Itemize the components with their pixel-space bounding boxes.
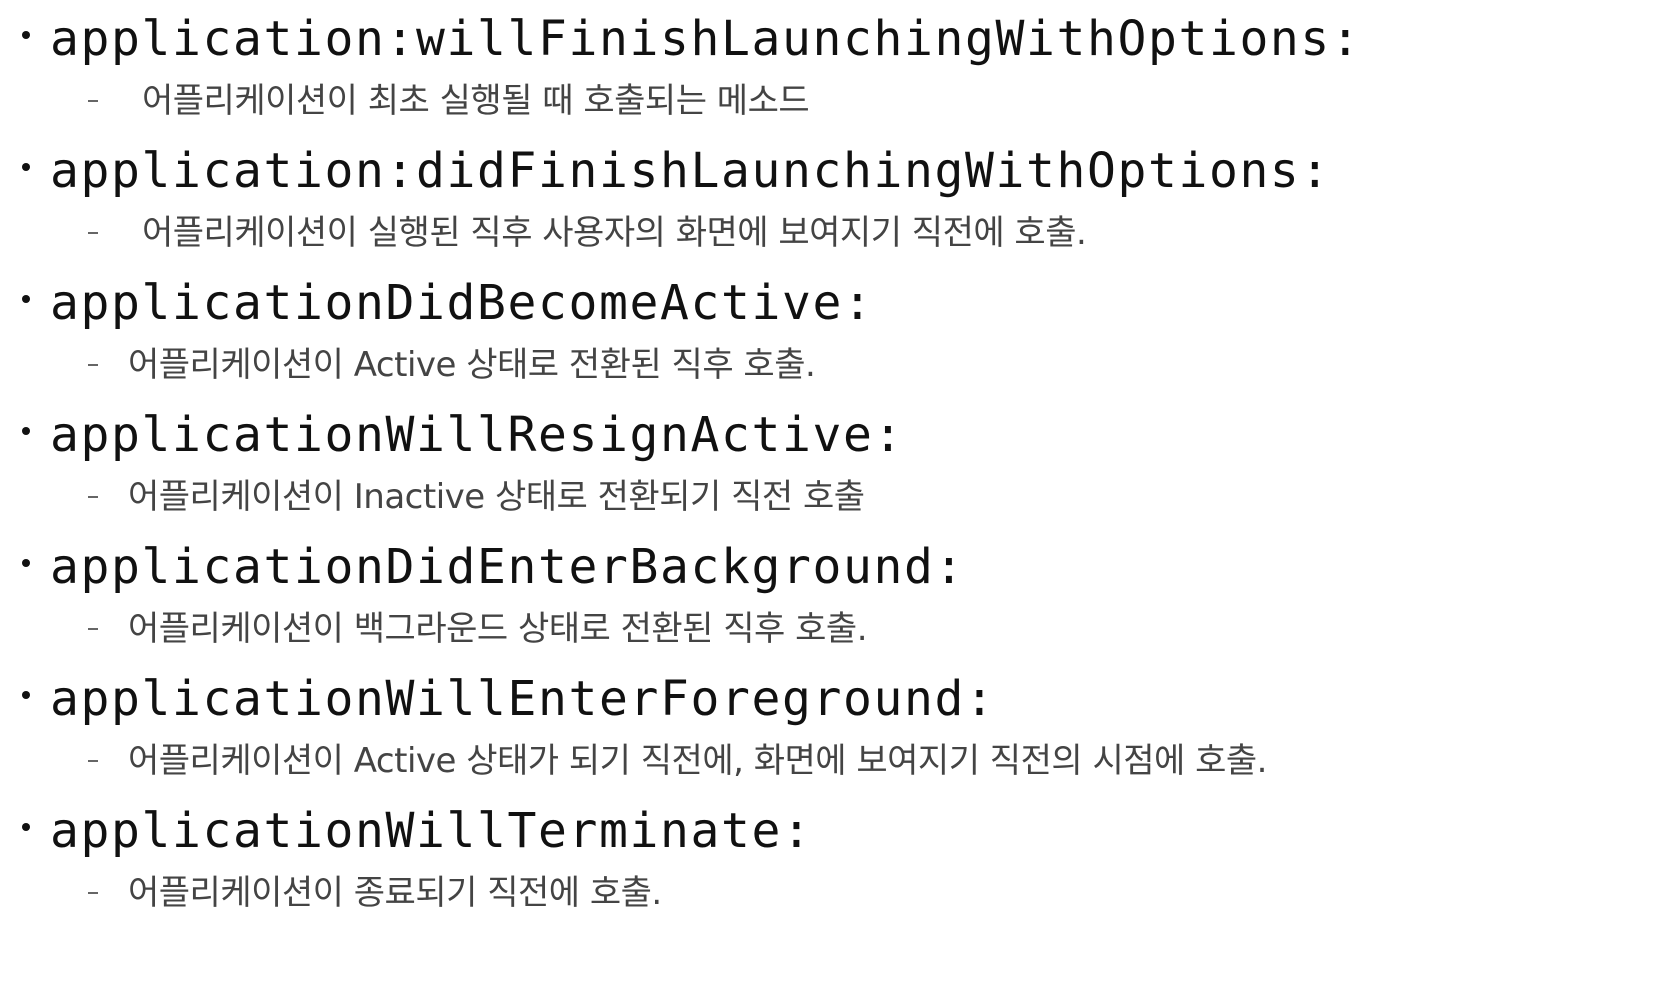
description-row: 어플리케이션이 Active 상태로 전환된 직후 호출.: [88, 340, 816, 390]
method-name: applicationWillResignActive:: [50, 407, 904, 463]
method-description: 어플리케이션이 Inactive 상태로 전환되기 직전 호출: [128, 477, 865, 517]
dash-icon: [88, 760, 98, 762]
dash-icon: [88, 628, 98, 630]
method-name: application:didFinishLaunchingWithOption…: [50, 143, 1331, 199]
bullet-icon: [22, 691, 30, 699]
method-description: 어플리케이션이 Active 상태로 전환된 직후 호출.: [128, 345, 816, 385]
app-delegate-methods-list: application:willFinishLaunchingWithOptio…: [0, 0, 1662, 1004]
method-row: applicationDidBecomeActive:: [22, 272, 873, 334]
bullet-icon: [22, 163, 30, 171]
dash-icon: [88, 364, 98, 366]
method-name: applicationWillEnterForeground:: [50, 671, 996, 727]
description-row: 어플리케이션이 Active 상태가 되기 직전에, 화면에 보여지기 직전의 …: [88, 736, 1267, 786]
method-row: applicationDidEnterBackground:: [22, 536, 965, 598]
description-row: 어플리케이션이 종료되기 직전에 호출.: [88, 868, 662, 918]
bullet-icon: [22, 31, 30, 39]
method-row: applicationWillTerminate:: [22, 800, 812, 862]
method-description: 어플리케이션이 최초 실행될 때 호출되는 메소드: [142, 81, 810, 121]
method-row: application:didFinishLaunchingWithOption…: [22, 140, 1331, 202]
bullet-icon: [22, 559, 30, 567]
bullet-icon: [22, 427, 30, 435]
description-row: 어플리케이션이 Inactive 상태로 전환되기 직전 호출: [88, 472, 865, 522]
dash-icon: [88, 496, 98, 498]
method-name: applicationWillTerminate:: [50, 803, 813, 859]
method-row: applicationWillResignActive:: [22, 404, 904, 466]
bullet-icon: [22, 823, 30, 831]
method-description: 어플리케이션이 실행된 직후 사용자의 화면에 보여지기 직전에 호출.: [142, 213, 1087, 253]
method-name: application:willFinishLaunchingWithOptio…: [50, 11, 1362, 67]
method-name: applicationDidEnterBackground:: [50, 539, 965, 595]
method-row: application:willFinishLaunchingWithOptio…: [22, 8, 1361, 70]
method-description: 어플리케이션이 백그라운드 상태로 전환된 직후 호출.: [128, 609, 868, 649]
method-name: applicationDidBecomeActive:: [50, 275, 874, 331]
dash-icon: [88, 232, 98, 234]
description-row: 어플리케이션이 백그라운드 상태로 전환된 직후 호출.: [88, 604, 868, 654]
dash-icon: [88, 100, 98, 102]
bullet-icon: [22, 295, 30, 303]
method-row: applicationWillEnterForeground:: [22, 668, 995, 730]
method-description: 어플리케이션이 종료되기 직전에 호출.: [128, 873, 662, 913]
dash-icon: [88, 892, 98, 894]
description-row: 어플리케이션이 최초 실행될 때 호출되는 메소드: [88, 76, 810, 126]
method-description: 어플리케이션이 Active 상태가 되기 직전에, 화면에 보여지기 직전의 …: [128, 741, 1267, 781]
description-row: 어플리케이션이 실행된 직후 사용자의 화면에 보여지기 직전에 호출.: [88, 208, 1087, 258]
